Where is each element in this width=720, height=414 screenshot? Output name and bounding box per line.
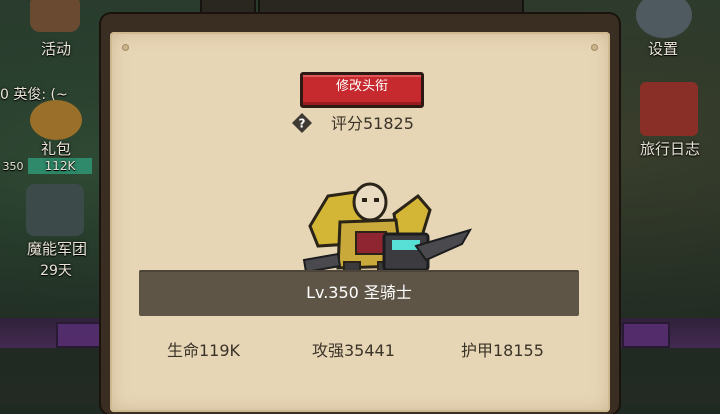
rivet — [122, 44, 129, 51]
help-icon[interactable]: ? — [291, 112, 313, 134]
bottom-bar-right-strip — [622, 322, 670, 348]
gift-icon[interactable] — [30, 100, 82, 140]
armor-stat: 护甲18155 — [461, 341, 544, 360]
legion-label[interactable]: 魔能军团 — [14, 238, 100, 259]
journal-icon[interactable] — [640, 82, 698, 136]
legion-days-label: 29天 — [40, 263, 72, 279]
svg-text:?: ? — [299, 117, 306, 131]
hp-stat: 生命119K — [167, 341, 241, 360]
attack-stat: 攻强35441 — [312, 341, 395, 360]
bottom-bar-left-strip — [56, 322, 104, 348]
event-icon[interactable] — [30, 0, 80, 32]
rivet — [591, 44, 598, 51]
settings-label[interactable]: 设置 — [630, 38, 696, 59]
level-class-label: Lv.350 圣骑士 — [306, 283, 412, 302]
legion-icon[interactable] — [26, 184, 84, 236]
level-class-bar: Lv.350 圣骑士 — [139, 270, 579, 316]
side-level-number: 350 — [2, 160, 24, 173]
gift-power-badge: 112K — [28, 158, 92, 174]
score-label: 评分51825 — [331, 114, 414, 133]
gift-label[interactable]: 礼包 — [30, 138, 82, 159]
travel-log-label[interactable]: 旅行日志 — [622, 138, 718, 159]
event-label[interactable]: 活动 — [30, 38, 82, 59]
rename-title-button[interactable]: 修改头衔 — [300, 72, 424, 108]
hero-info-modal: 修改头衔 ? 评分51825 Lv.350 圣骑士 生命119K 攻强35441… — [101, 14, 619, 414]
